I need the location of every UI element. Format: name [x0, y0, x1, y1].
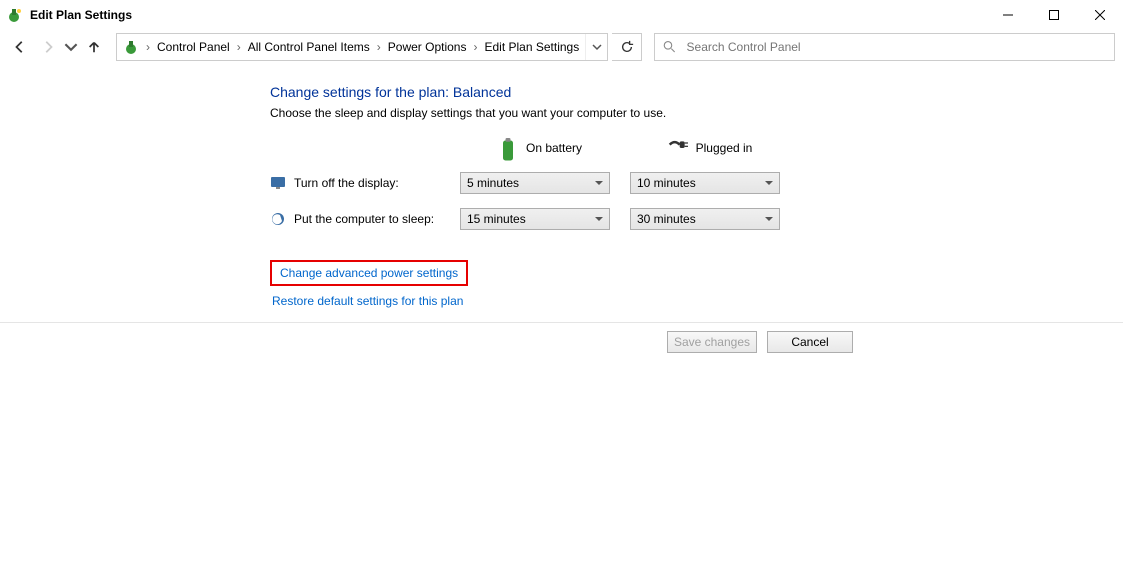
sleep-battery-select[interactable]: 15 minutes — [460, 208, 610, 230]
breadcrumb-item[interactable]: Edit Plan Settings — [478, 36, 585, 58]
refresh-button[interactable] — [612, 33, 642, 61]
row-display-label: Turn off the display: — [270, 175, 450, 191]
page-description: Choose the sleep and display settings th… — [270, 106, 1123, 120]
up-button[interactable] — [82, 35, 106, 59]
search-input[interactable] — [685, 39, 1106, 55]
address-history-dropdown[interactable] — [585, 34, 607, 60]
recent-locations-dropdown[interactable] — [64, 35, 78, 59]
column-header-plugged: Plugged in — [630, 138, 790, 158]
window-controls — [985, 0, 1123, 30]
display-plugged-select[interactable]: 10 minutes — [630, 172, 780, 194]
save-button[interactable]: Save changes — [667, 331, 757, 353]
back-button[interactable] — [8, 35, 32, 59]
settings-grid: On battery Plugged in Turn off the displ… — [270, 138, 1123, 230]
column-header-battery: On battery — [460, 138, 620, 158]
display-battery-select[interactable]: 5 minutes — [460, 172, 610, 194]
window-title: Edit Plan Settings — [30, 8, 132, 22]
breadcrumb: Control Panel › All Control Panel Items … — [151, 36, 585, 58]
close-button[interactable] — [1077, 0, 1123, 30]
display-icon — [270, 175, 286, 191]
page-heading: Change settings for the plan: Balanced — [270, 84, 1123, 100]
sleep-plugged-select[interactable]: 30 minutes — [630, 208, 780, 230]
app-icon — [8, 7, 24, 23]
content-area: Change settings for the plan: Balanced C… — [0, 64, 1123, 308]
row-label-text: Turn off the display: — [294, 176, 399, 190]
column-label: On battery — [526, 141, 582, 155]
advanced-settings-highlight: Change advanced power settings — [270, 260, 468, 286]
sleep-icon — [270, 211, 286, 227]
nav-bar: › Control Panel › All Control Panel Item… — [0, 30, 1123, 64]
address-bar[interactable]: › Control Panel › All Control Panel Item… — [116, 33, 608, 61]
links-section: Change advanced power settings Restore d… — [270, 260, 1123, 308]
breadcrumb-item[interactable]: Control Panel — [151, 36, 236, 58]
search-box[interactable] — [654, 33, 1115, 61]
battery-icon — [498, 138, 518, 158]
advanced-settings-link[interactable]: Change advanced power settings — [280, 266, 458, 280]
column-label: Plugged in — [696, 141, 753, 155]
cancel-button[interactable]: Cancel — [767, 331, 853, 353]
address-bar-icon — [125, 39, 141, 55]
title-bar: Edit Plan Settings — [0, 0, 1123, 30]
search-icon — [663, 40, 676, 54]
restore-defaults-link[interactable]: Restore default settings for this plan — [272, 294, 463, 308]
breadcrumb-item[interactable]: Power Options — [382, 36, 473, 58]
row-sleep-label: Put the computer to sleep: — [270, 211, 450, 227]
maximize-button[interactable] — [1031, 0, 1077, 30]
row-label-text: Put the computer to sleep: — [294, 212, 434, 226]
forward-button[interactable] — [36, 35, 60, 59]
breadcrumb-item[interactable]: All Control Panel Items — [242, 36, 376, 58]
minimize-button[interactable] — [985, 0, 1031, 30]
plug-icon — [668, 138, 688, 158]
footer: Save changes Cancel — [0, 323, 1123, 353]
